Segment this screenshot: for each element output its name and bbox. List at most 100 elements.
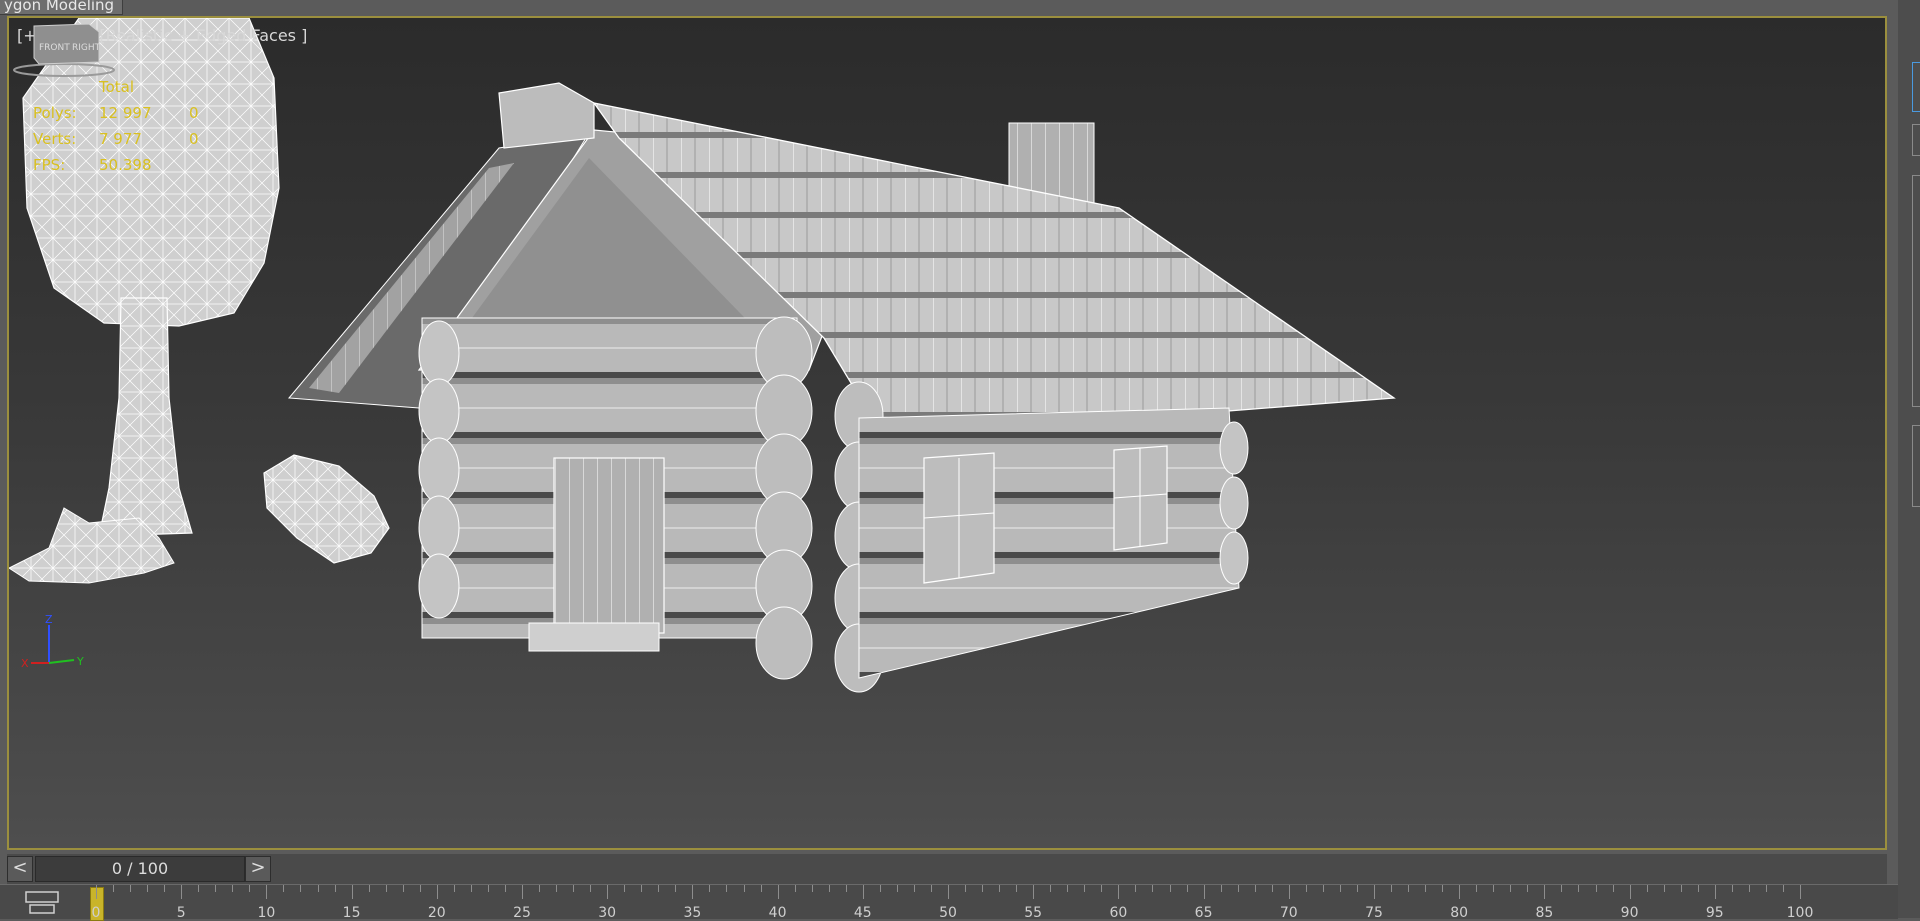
ruler-tick [1561, 885, 1563, 892]
ruler-tick [556, 885, 558, 892]
ruler-tick-label: 90 [1620, 905, 1639, 921]
stats-row: Polys: 12 997 0 [33, 100, 219, 126]
perspective-viewport[interactable]: [+] [Pers] [Realistic + Edged Faces ] To… [7, 16, 1887, 850]
ruler-tick [522, 885, 523, 899]
stats-key: Verts: [33, 130, 77, 148]
stats-selected [189, 74, 219, 100]
ruler-tick-label: 55 [1024, 905, 1043, 921]
ruler-tick [1408, 885, 1410, 892]
ruler-tick [675, 885, 677, 892]
ruler-tick [317, 885, 319, 892]
ruler-tick [1765, 885, 1767, 892]
track-bar[interactable]: 0 5 10 15 20 25 30 35 40 45 50 55 60 65 70 75 80 85 90 95 10… [0, 884, 1898, 921]
ruler-tick-label: 50 [939, 905, 957, 921]
ruler-tick [1442, 885, 1444, 892]
ruler-key-icon[interactable] [24, 889, 60, 915]
panel-rollout[interactable] [1912, 425, 1920, 507]
ruler-tick [1084, 885, 1086, 892]
viewcube-icon[interactable]: FRONT RIGHT [9, 18, 119, 78]
panel-button[interactable] [1912, 124, 1920, 156]
ruler-tick [1612, 885, 1614, 892]
ruler-tick [1425, 885, 1427, 892]
ruler-tick [811, 885, 813, 892]
ruler-tick [470, 885, 472, 892]
ruler-tick [1374, 885, 1375, 899]
time-slider-bar[interactable]: < 0 / 100 > [7, 854, 1887, 884]
ruler-tick [1356, 885, 1358, 892]
stats-selected [189, 152, 219, 178]
ruler-tick-label: 60 [1109, 905, 1128, 921]
ruler-tick [1186, 885, 1188, 892]
ruler-tick [1527, 885, 1529, 892]
ruler-tick [487, 885, 489, 892]
ruler-tick [453, 885, 455, 892]
prev-frame-button[interactable]: < [7, 856, 33, 882]
ruler-tick [436, 885, 438, 899]
ruler-tick-label: 40 [768, 905, 787, 921]
ruler-tick-label: 75 [1365, 905, 1383, 921]
ruler-tick [147, 885, 149, 892]
ruler-tick [607, 885, 609, 899]
ruler-tick [1220, 885, 1222, 892]
ruler-tick [1800, 885, 1801, 899]
panel-button[interactable] [1912, 62, 1920, 112]
next-frame-button[interactable]: > [245, 856, 271, 882]
ruler-tick [130, 885, 132, 892]
ruler-tick [1663, 885, 1665, 892]
ruler-tick [1544, 885, 1546, 899]
ruler-tick [1680, 885, 1682, 892]
ruler-tick [1203, 885, 1205, 899]
ruler-tick [402, 885, 404, 892]
ruler-tick [1101, 885, 1103, 892]
ruler-tick [198, 885, 200, 892]
stats-row: FPS: 50.398 [33, 152, 219, 178]
statistics-overlay: Total Polys: 12 997 0 Verts: 7 977 0 FPS: 50.… [33, 74, 219, 178]
ruler-tick [1391, 885, 1393, 892]
ruler-tick [982, 885, 984, 892]
ruler-tick [1476, 885, 1478, 892]
ruler-tick [930, 885, 932, 892]
ruler-tick [164, 885, 166, 892]
ruler-tick [1629, 885, 1631, 899]
ruler-tick [96, 885, 97, 899]
ruler-tick [1152, 885, 1154, 892]
ruler-tick-label: 35 [683, 905, 702, 921]
ruler-tick [1748, 885, 1750, 892]
frame-counter[interactable]: 0 / 100 [35, 856, 245, 882]
ruler-tick [624, 885, 626, 892]
log-cabin-model[interactable] [287, 82, 1396, 693]
ruler-tick [1459, 885, 1461, 899]
rock-model[interactable] [263, 454, 390, 564]
ruler-tick [1595, 885, 1597, 892]
axis-z-label: Z [45, 613, 53, 626]
ruler-tick [760, 885, 762, 892]
ruler-tick [1697, 885, 1699, 892]
scene-canvas[interactable] [9, 18, 1885, 848]
ruler-tick [573, 885, 575, 892]
viewcube-right-label: RIGHT [72, 43, 101, 53]
ruler-tick [965, 885, 967, 892]
ruler-tick [1305, 885, 1307, 892]
ruler-tick [743, 885, 745, 892]
ruler-tick-label: 15 [342, 905, 361, 921]
ruler-tick-label: 20 [427, 905, 446, 921]
ruler-tick [1254, 885, 1256, 892]
stats-key: Polys: [33, 104, 77, 122]
ruler-tick [862, 885, 864, 899]
ruler-tick [249, 885, 251, 892]
axis-y-label: Y [76, 655, 84, 668]
ruler-tick-label: 100 [1786, 905, 1814, 921]
command-panel-edge[interactable] [1898, 0, 1920, 918]
ruler-tick [777, 885, 779, 899]
panel-rollout[interactable] [1912, 175, 1920, 407]
ruler-tick-label: 30 [598, 905, 617, 921]
ruler-tick [1169, 885, 1171, 892]
stats-selected: 0 [189, 104, 199, 122]
ruler-tick [913, 885, 915, 892]
axis-x-label: X [21, 657, 29, 670]
ruler-tick [283, 885, 285, 892]
ruler-tick [1578, 885, 1580, 892]
ruler-tick [1731, 885, 1733, 892]
ruler-tick [1714, 885, 1716, 899]
ruler-tick-label: 65 [1194, 905, 1213, 921]
